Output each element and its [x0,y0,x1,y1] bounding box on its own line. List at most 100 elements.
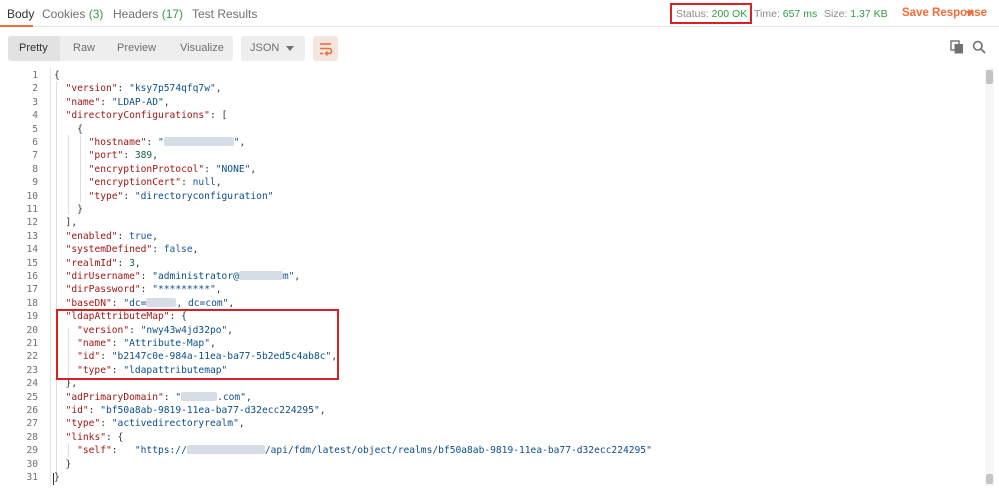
code-text: } [54,471,60,484]
view-mode-visualize[interactable]: Visualize [180,42,224,54]
json-punctuation [54,177,89,188]
json-punctuation: : [100,96,112,108]
code-text: "self": "https:// /api/fdm/latest/object/… [54,444,652,457]
json-key: "directoryConfigurations" [65,110,210,122]
json-key: "hostname" [88,137,147,148]
json-punctuation: , [215,83,222,95]
line-number: 28 [26,431,38,443]
chevron-down-icon [286,46,294,51]
redacted-text [238,271,283,280]
code-text: "links": { [54,431,124,444]
line-number: 11 [26,204,38,215]
tab-test-results-label: Test Results [192,7,258,21]
code-text: "encryptionProtocol": "NONE", [54,163,257,176]
json-number: 389 [134,150,153,162]
json-string: .com" [217,391,246,403]
json-key: "baseDN" [65,297,112,309]
ldap-attribute-map-highlight-box [56,309,339,380]
json-punctuation: : [117,83,130,95]
wrap-lines-button[interactable] [313,36,338,61]
json-punctuation: , [239,137,246,148]
json-punctuation: : [123,190,135,202]
json-key: "self" [77,445,112,457]
size-value: 1.37 KB [850,8,888,20]
tab-headers-count: (17) [161,7,184,21]
json-punctuation [54,191,89,202]
json-punctuation [54,258,66,269]
json-key: "encryptionCert" [88,177,182,189]
time-readout: Time: 657 ms [754,8,817,20]
json-punctuation: : [111,297,124,309]
response-tab-bar: Body Cookies (3) Headers (17) Test Resul… [0,0,999,27]
tab-cookies-label: Cookies [42,7,86,21]
code-text: "directoryConfigurations": [ [54,109,228,122]
code-text: "port": 389, [54,149,158,162]
json-key: "port" [88,150,124,162]
json-punctuation [54,271,66,282]
json-punctuation: , [163,96,170,108]
scrollbar-thumb-bottom[interactable] [986,474,993,484]
copy-icon[interactable] [950,40,964,54]
json-punctuation: : { [106,431,124,443]
view-mode-pretty[interactable]: Pretty [19,42,48,54]
code-text: "realmId": 3, [54,257,141,270]
json-punctuation: , [134,257,141,269]
save-response-button[interactable]: Save Response [902,7,987,19]
json-key: "links" [65,431,106,443]
line-number: 30 [26,458,38,470]
json-punctuation [54,83,66,94]
scrollbar-thumb[interactable] [986,70,993,84]
code-text: "type": "activedirectoryrealm", [54,417,245,430]
line-number: 13 [26,230,38,242]
view-mode-raw[interactable]: Raw [73,42,95,54]
json-key: "dirUsername" [65,271,141,282]
tab-headers[interactable]: Headers (17) [113,7,183,21]
line-number: 1 [32,70,38,81]
json-punctuation [54,298,66,309]
json-punctuation: : [123,150,135,162]
tab-cookies[interactable]: Cookies (3) [42,7,103,21]
line-number: 27 [26,418,38,430]
code-text: { [54,69,60,82]
json-punctuation: , [228,297,235,309]
text-cursor [53,473,54,485]
json-punctuation [54,110,66,121]
json-key: "encryptionProtocol" [88,163,205,175]
json-punctuation: , [152,230,158,242]
chevron-down-icon[interactable] [966,11,974,16]
tab-test-results[interactable]: Test Results [192,7,257,21]
json-punctuation: , [238,418,245,430]
view-mode-preview[interactable]: Preview [117,42,156,54]
line-number: 22 [26,351,38,363]
line-number: 24 [26,378,38,390]
json-string: " [157,137,164,148]
json-punctuation: { [54,123,83,135]
tab-body[interactable]: Body [7,7,34,21]
code-text: "dirUsername": "administrator@ m", [54,270,300,283]
wrap-lines-icon [320,43,333,56]
code-text: "hostname": " ", [54,136,245,149]
json-punctuation [54,284,66,295]
line-number: 10 [26,190,38,202]
search-icon[interactable] [972,40,986,54]
time-label: Time: [754,8,780,20]
vertical-scrollbar[interactable] [985,68,994,486]
size-label: Size: [824,8,848,20]
redacted-text [163,137,234,146]
json-string: "directoryconfiguration" [134,190,274,202]
code-text: "dirPassword": "*********", [54,283,222,296]
json-punctuation: , [215,284,222,296]
code-text: "adPrimaryDomain": " .com", [54,391,252,404]
json-string: "ksy7p574qfq7w" [129,83,216,95]
code-text: } [54,458,72,471]
json-punctuation: } [54,472,60,483]
json-punctuation: : [140,284,153,296]
response-body-editor[interactable]: 1 {2 "version": "ksy7p574qfq7w", 3 "name":… [0,68,999,493]
redacted-text [181,391,218,401]
code-text: ], [54,216,78,229]
json-key: "version" [65,83,118,95]
json-punctuation [54,418,66,429]
json-string: "https:// [134,445,187,457]
json-punctuation [54,137,89,148]
tab-headers-label: Headers [113,7,159,21]
